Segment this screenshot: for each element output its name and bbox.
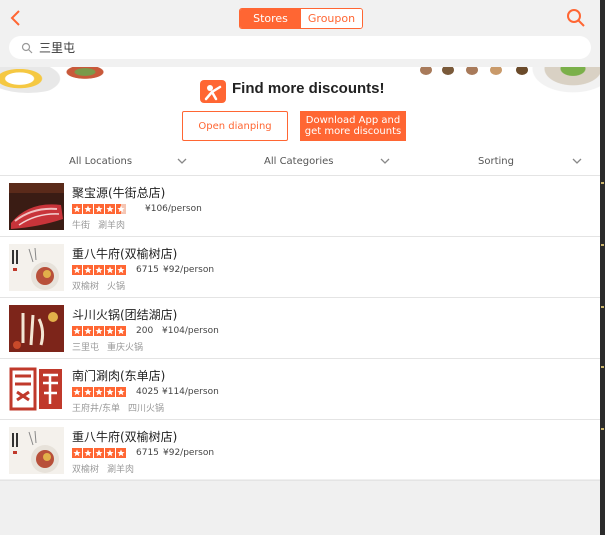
store-thumbnail <box>9 305 64 352</box>
star-icon <box>72 326 82 336</box>
store-thumbnail <box>9 183 64 230</box>
header: Stores Groupon 三里屯 <box>0 0 600 67</box>
store-list: 聚宝源(牛街总店) ¥106/person 牛街 涮羊肉 重八牛府(双榆树店) 6… <box>0 176 600 481</box>
store-category: 涮羊肉 <box>107 465 135 475</box>
store-item[interactable]: 南门涮肉(东单店) 4025 ¥114/person 王府井/东单 四川火锅 <box>0 359 600 420</box>
review-count: 4025 <box>136 387 159 397</box>
store-area: 双榆树 <box>72 465 100 475</box>
store-meta: 牛街 涮羊肉 <box>72 218 125 231</box>
food-garnish-image <box>55 67 115 83</box>
chevron-down-icon <box>380 158 390 164</box>
store-meta: 双榆树 火锅 <box>72 279 125 292</box>
star-rating <box>72 204 127 214</box>
star-icon <box>105 387 115 397</box>
star-rating <box>72 448 127 458</box>
star-icon <box>72 265 82 275</box>
store-thumbnail <box>9 244 64 291</box>
star-icon <box>72 387 82 397</box>
window-edge-bar <box>600 0 605 535</box>
filter-label: Sorting <box>478 156 514 167</box>
store-area: 王府井/东单 <box>72 404 121 414</box>
filter-categories[interactable]: All Categories <box>264 148 396 175</box>
star-icon <box>116 448 126 458</box>
star-icon <box>105 326 115 336</box>
salad-plate-image <box>528 67 600 95</box>
store-price: ¥92/person <box>163 265 215 275</box>
dianping-logo-icon <box>200 80 226 103</box>
store-meta: 三里屯 重庆火锅 <box>72 340 143 353</box>
store-item[interactable]: 斗川火锅(团结湖店) 200 ¥104/person 三里屯 重庆火锅 <box>0 298 600 359</box>
store-price: ¥92/person <box>163 448 215 458</box>
star-rating <box>72 387 127 397</box>
filter-bar: All Locations All Categories Sorting <box>0 148 600 176</box>
chevron-down-icon <box>572 158 582 164</box>
store-category: 火锅 <box>107 282 126 292</box>
banner-title: Find more discounts! <box>232 80 385 97</box>
tab-groupon[interactable]: Groupon <box>301 9 362 28</box>
back-chevron-icon[interactable] <box>6 8 26 28</box>
store-item[interactable]: 重八牛府(双榆树店) 6715 ¥92/person 双榆树 涮羊肉 <box>0 420 600 481</box>
star-rating <box>72 265 127 275</box>
star-icon <box>72 204 82 214</box>
chevron-down-icon <box>177 158 187 164</box>
star-icon <box>94 265 104 275</box>
search-input[interactable]: 三里屯 <box>9 36 591 59</box>
store-thumbnail <box>9 427 64 474</box>
search-icon[interactable] <box>566 8 586 28</box>
star-icon <box>105 265 115 275</box>
filter-sorting[interactable]: Sorting <box>478 148 588 175</box>
star-icon <box>83 265 93 275</box>
store-area: 三里屯 <box>72 343 100 353</box>
store-name: 重八牛府(双榆树店) <box>72 430 178 444</box>
store-name: 斗川火锅(团结湖店) <box>72 308 178 322</box>
store-groupon-toggle: Stores Groupon <box>239 8 363 29</box>
app-frame: Stores Groupon 三里屯 Find more discounts! … <box>0 0 600 535</box>
open-dianping-button[interactable]: Open dianping <box>182 111 288 141</box>
star-icon <box>83 204 93 214</box>
store-category: 四川火锅 <box>128 404 165 414</box>
star-icon <box>83 448 93 458</box>
star-icon <box>72 448 82 458</box>
store-area: 牛街 <box>72 221 91 231</box>
star-icon <box>105 204 115 214</box>
download-app-button[interactable]: Download App and get more discounts <box>300 111 406 141</box>
star-icon <box>94 204 104 214</box>
filter-label: All Locations <box>69 156 133 167</box>
star-icon <box>94 448 104 458</box>
magnifier-icon <box>21 42 33 53</box>
star-icon <box>116 265 126 275</box>
store-name: 聚宝源(牛街总店) <box>72 186 166 200</box>
store-category: 涮羊肉 <box>98 221 126 231</box>
store-price: ¥114/person <box>162 387 219 397</box>
store-area: 双榆树 <box>72 282 100 292</box>
store-category: 重庆火锅 <box>107 343 144 353</box>
star-icon <box>83 387 93 397</box>
star-icon <box>94 326 104 336</box>
review-count: 200 <box>136 326 154 336</box>
store-price: ¥104/person <box>162 326 219 336</box>
star-icon <box>105 448 115 458</box>
star-icon <box>116 326 126 336</box>
store-thumbnail <box>9 366 64 413</box>
star-icon <box>116 204 126 214</box>
review-count: 6715 <box>136 448 159 458</box>
store-meta: 双榆树 涮羊肉 <box>72 462 134 475</box>
store-item[interactable]: 重八牛府(双榆树店) 6715 ¥92/person 双榆树 火锅 <box>0 237 600 298</box>
spice-bowls-image <box>420 67 540 79</box>
filter-label: All Categories <box>264 156 334 167</box>
star-icon <box>116 387 126 397</box>
star-icon <box>83 326 93 336</box>
tab-stores[interactable]: Stores <box>240 9 301 28</box>
filter-locations[interactable]: All Locations <box>69 148 191 175</box>
store-item[interactable]: 聚宝源(牛街总店) ¥106/person 牛街 涮羊肉 <box>0 176 600 237</box>
store-price: ¥106/person <box>145 204 202 214</box>
promo-banner: Find more discounts! Open dianping Downl… <box>0 67 600 148</box>
review-count: 6715 <box>136 265 159 275</box>
star-rating <box>72 326 127 336</box>
search-query: 三里屯 <box>39 41 76 55</box>
store-meta: 王府井/东单 四川火锅 <box>72 401 164 414</box>
star-icon <box>94 387 104 397</box>
store-name: 南门涮肉(东单店) <box>72 369 166 383</box>
store-name: 重八牛府(双榆树店) <box>72 247 178 261</box>
